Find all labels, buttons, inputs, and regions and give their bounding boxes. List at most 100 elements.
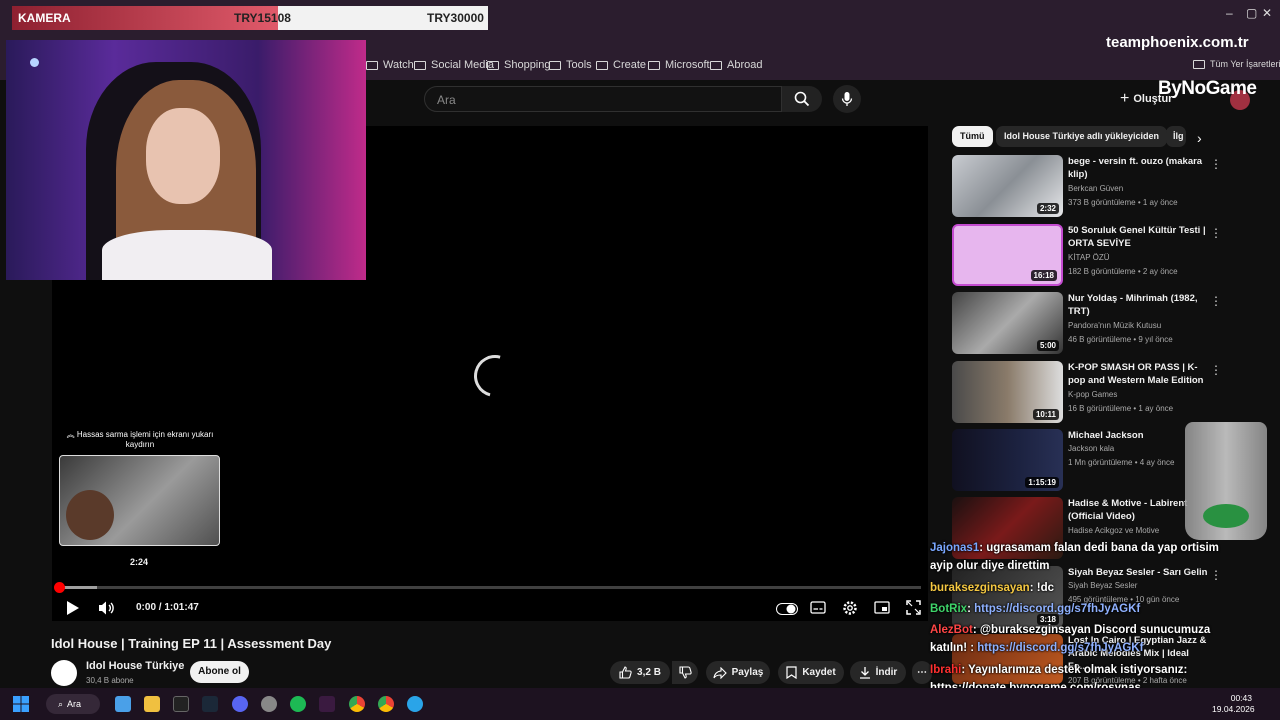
more-vertical-icon[interactable]: ⋮ [1210, 226, 1222, 240]
folder-icon [366, 60, 378, 70]
settings-button[interactable] [842, 600, 858, 621]
taskbar-app-icon[interactable] [407, 696, 423, 712]
close-window-icon[interactable]: ✕ [1262, 6, 1272, 20]
rec-channel[interactable]: Hadise Acikgoz ve Motive [1068, 526, 1159, 535]
rec-channel[interactable]: KİTAP ÖZÜ [1068, 253, 1110, 262]
rec-channel[interactable]: Siyah Beyaz Sesler [1068, 581, 1137, 590]
recommendation-item[interactable]: 16:18 50 Soruluk Genel Kültür Testi | OR… [952, 224, 1272, 288]
file-explorer-icon[interactable] [144, 696, 160, 712]
chrome-icon[interactable] [378, 696, 394, 712]
obs-icon[interactable] [261, 696, 277, 712]
share-button[interactable]: Paylaş [706, 661, 770, 684]
time-display: 0:00 / 1:01:47 [136, 602, 199, 613]
volume-button[interactable] [98, 600, 116, 621]
taskbar-app-icon[interactable] [115, 696, 131, 712]
progress-bar[interactable] [54, 582, 921, 593]
rec-channel[interactable]: Jackson kala [1068, 444, 1114, 453]
duration-badge: 1:15:19 [1025, 477, 1059, 488]
chat-link[interactable]: https://discord.gg/s7fhJyAGKf [977, 642, 1143, 654]
chat-text: katılın! : [930, 642, 978, 654]
video-thumbnail[interactable]: 1:15:19 [952, 429, 1063, 491]
folder-icon [648, 60, 660, 70]
dislike-button[interactable] [672, 661, 698, 684]
discord-icon[interactable] [232, 696, 248, 712]
chip-uploader[interactable]: Idol House Türkiye adlı yükleyiciden [996, 126, 1168, 147]
more-vertical-icon[interactable]: ⋮ [1210, 568, 1222, 582]
more-vertical-icon[interactable]: ⋮ [1210, 294, 1222, 308]
recommendation-item[interactable]: 5:00 Nur Yoldaş - Mihrimah (1982, TRT) P… [952, 292, 1272, 356]
bookmark-social-media[interactable]: Social Media [414, 59, 494, 71]
scrub-hint: ︽ Hassas sarma işlemi için ekranı yukarı… [60, 430, 220, 450]
subscribe-button[interactable]: Abone ol [190, 661, 249, 683]
epic-games-icon[interactable] [173, 696, 189, 712]
maximize-icon[interactable]: ▢ [1246, 6, 1257, 20]
recommendation-item[interactable]: 10:11 K-POP SMASH OR PASS | K-pop and We… [952, 361, 1272, 425]
taskbar-clock[interactable]: 00:43 19.04.2026 [1212, 693, 1255, 715]
video-thumbnail[interactable]: 16:18 [952, 224, 1063, 286]
bookmark-shopping[interactable]: Shopping [487, 59, 551, 71]
rec-channel[interactable]: Berkcan Güven [1068, 184, 1123, 193]
download-label: İndir [875, 667, 898, 678]
video-thumbnail[interactable]: 10:11 [952, 361, 1063, 423]
fullscreen-button[interactable] [906, 600, 921, 620]
minimize-icon[interactable]: – [1226, 6, 1233, 20]
rec-meta: 182 B görüntüleme • 2 ay önce [1068, 267, 1178, 276]
bookmark-abroad[interactable]: Abroad [710, 59, 762, 71]
clock-time: 00:43 [1230, 693, 1252, 703]
chat-text: : !dc [1029, 582, 1054, 594]
scrubber-handle[interactable] [54, 582, 65, 593]
rec-title[interactable]: 50 Soruluk Genel Kültür Testi | ORTA SEV… [1068, 224, 1208, 250]
rec-title[interactable]: K-POP SMASH OR PASS | K-pop and Western … [1068, 361, 1208, 387]
taskbar-app-icon[interactable] [319, 696, 335, 712]
rec-title[interactable]: bege - versin ft. ouzo (makara klip) [1068, 155, 1208, 181]
more-vertical-icon[interactable]: ⋮ [1210, 157, 1222, 171]
thumbs-down-icon [678, 666, 692, 679]
gear-icon [843, 601, 857, 615]
chip-all[interactable]: Tümü [952, 126, 993, 147]
channel-avatar[interactable] [51, 660, 77, 686]
video-thumbnail[interactable]: 5:00 [952, 292, 1063, 354]
rec-channel[interactable]: Pandora'nın Müzik Kutusu [1068, 321, 1161, 330]
bookmark-tools[interactable]: Tools [549, 59, 592, 71]
like-button[interactable]: 3,2 B [610, 661, 670, 684]
search-input[interactable]: Ara [424, 86, 782, 112]
recommendation-item[interactable]: 3:18 Siyah Beyaz Sesler - Sarı Gelin Siy… [952, 566, 1272, 630]
chevron-right-icon[interactable]: › [1197, 130, 1202, 146]
chat-link[interactable]: https://discord.gg/s7fhJyAGKf [974, 603, 1140, 615]
rec-channel[interactable]: K-pop Games [1068, 390, 1117, 399]
bookmark-watch[interactable]: Watch [366, 59, 414, 71]
rec-title[interactable]: Siyah Beyaz Sesler - Sarı Gelin [1068, 566, 1208, 579]
steam-icon[interactable] [202, 696, 218, 712]
recommendation-item[interactable]: 2:32 bege - versin ft. ouzo (makara klip… [952, 155, 1272, 219]
search-button[interactable] [782, 86, 822, 112]
webcam-face [146, 108, 220, 204]
bookmark-label: Tools [566, 59, 592, 71]
miniplayer-button[interactable] [874, 601, 890, 619]
taskbar-search[interactable]: ⌕ Ara [46, 694, 100, 714]
save-button[interactable]: Kaydet [778, 661, 844, 684]
voice-search-button[interactable] [833, 85, 861, 113]
chat-text: : @buraksezginsayan Discord sunucumuza [972, 624, 1211, 636]
autoplay-toggle[interactable] [776, 602, 798, 620]
rec-title[interactable]: Nur Yoldaş - Mihrimah (1982, TRT) [1068, 292, 1208, 318]
rec-meta: 16 B görüntüleme • 1 ay önce [1068, 404, 1174, 413]
play-button[interactable] [66, 600, 80, 621]
download-icon [859, 667, 870, 679]
spotify-icon[interactable] [290, 696, 306, 712]
video-thumbnail[interactable]: 3:18 [952, 566, 1063, 628]
download-button[interactable]: İndir [850, 661, 906, 684]
bookmark-create[interactable]: Create [596, 59, 646, 71]
channel-name[interactable]: Idol House Türkiye [86, 660, 184, 672]
bookmark-microsoft[interactable]: Microsoft [648, 59, 710, 71]
chip-related[interactable]: İlg [1166, 126, 1186, 147]
windows-start-icon[interactable] [13, 696, 29, 717]
all-bookmarks[interactable]: Tüm Yer İşaretleri [1193, 59, 1280, 69]
chrome-icon[interactable] [349, 696, 365, 712]
subtitles-button[interactable] [810, 601, 826, 619]
search-placeholder: Ara [437, 93, 456, 107]
video-thumbnail[interactable]: 2:32 [952, 155, 1063, 217]
rec-meta: 1 Mn görüntüleme • 4 ay önce [1068, 458, 1175, 467]
more-vertical-icon[interactable]: ⋮ [1210, 363, 1222, 377]
toggle-icon [776, 603, 798, 615]
more-actions-button[interactable]: ⋯ [912, 661, 932, 684]
